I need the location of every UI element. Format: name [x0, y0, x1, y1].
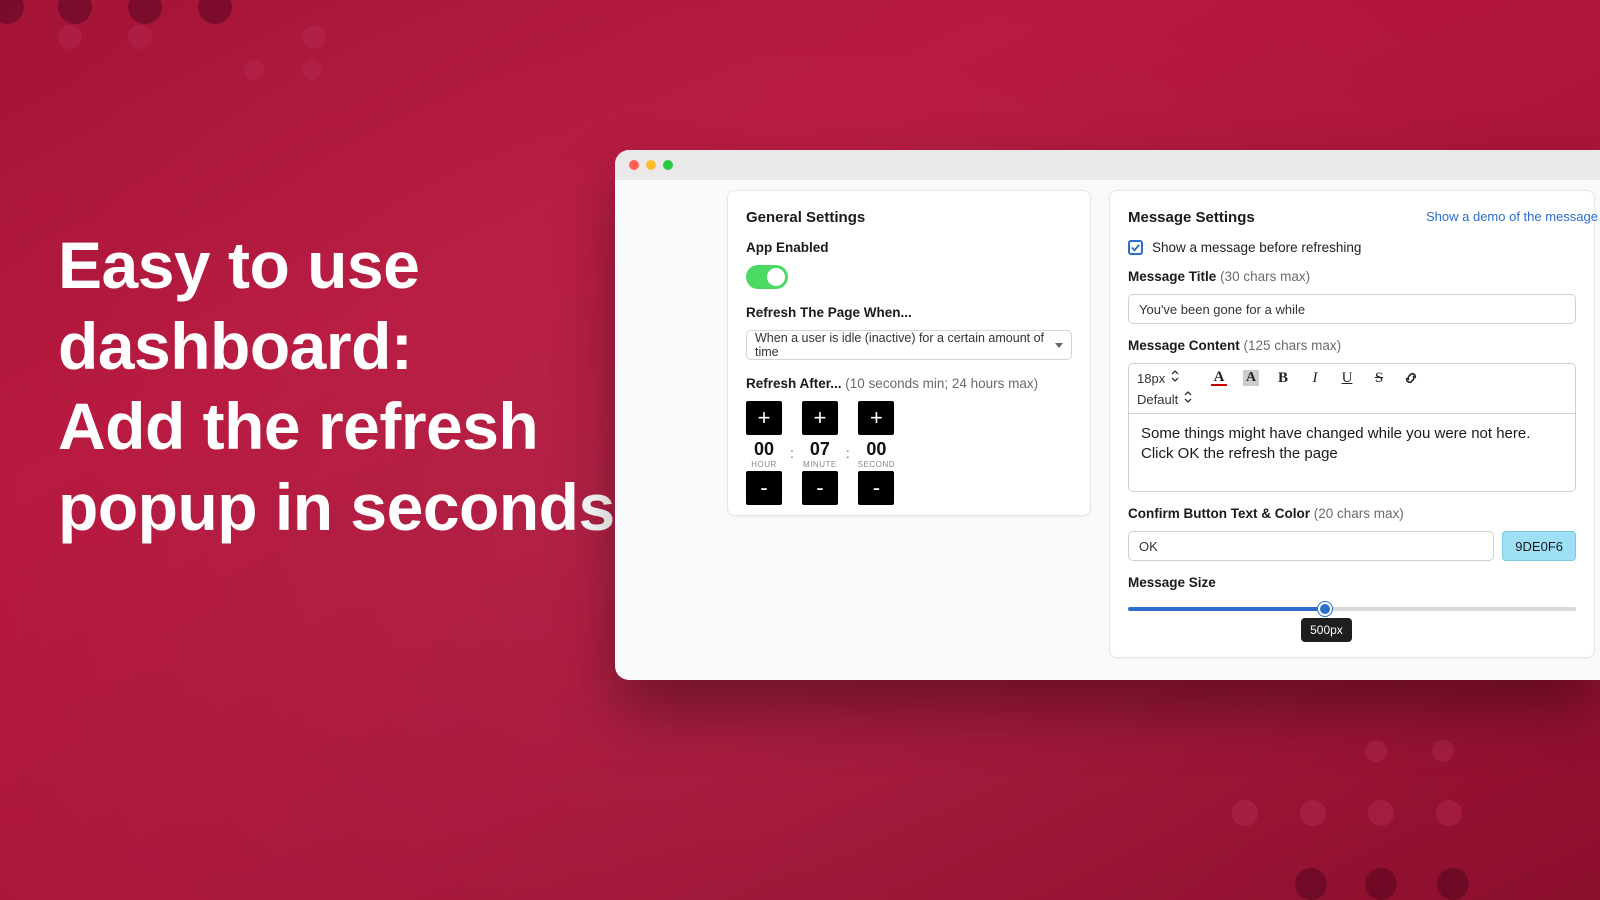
maximize-icon[interactable]	[663, 160, 673, 170]
select-arrows-icon	[1171, 370, 1179, 385]
show-before-refresh-label: Show a message before refreshing	[1152, 240, 1361, 255]
confirm-color-swatch[interactable]: 9DE0F6	[1502, 531, 1576, 561]
second-plus-button[interactable]: +	[858, 401, 894, 435]
hour-value: 00	[754, 439, 774, 460]
minute-plus-button[interactable]: +	[802, 401, 838, 435]
font-size-select[interactable]: 18px	[1137, 371, 1197, 386]
message-size-label: Message Size	[1128, 575, 1576, 590]
message-title-input[interactable]: You've been gone for a while	[1128, 294, 1576, 324]
refresh-when-value: When a user is idle (inactive) for a cer…	[755, 331, 1055, 359]
general-settings-card: General Settings App Enabled Refresh The…	[727, 190, 1091, 516]
slider-tooltip: 500px	[1301, 618, 1352, 642]
window-content: General Settings App Enabled Refresh The…	[615, 180, 1600, 680]
strikethrough-icon[interactable]: S	[1371, 370, 1387, 386]
check-icon	[1130, 242, 1141, 253]
message-content-label: Message Content (125 chars max)	[1128, 338, 1576, 353]
confirm-text-input[interactable]: OK	[1128, 531, 1494, 561]
refresh-after-label: Refresh After... (10 seconds min; 24 hou…	[746, 376, 1072, 391]
select-arrows-icon	[1184, 391, 1192, 406]
second-segment: + 00 SECOND -	[858, 401, 895, 505]
app-enabled-toggle[interactable]	[746, 265, 788, 289]
show-demo-link[interactable]: Show a demo of the message	[1426, 209, 1598, 224]
minute-unit-label: MINUTE	[803, 460, 837, 469]
hour-unit-label: HOUR	[751, 460, 777, 469]
font-family-select[interactable]: Default	[1137, 392, 1567, 407]
message-content-input[interactable]: Some things might have changed while you…	[1129, 413, 1575, 491]
highlight-icon[interactable]: A	[1243, 370, 1259, 386]
confirm-button-label: Confirm Button Text & Color (20 chars ma…	[1128, 506, 1576, 521]
slider-thumb[interactable]	[1318, 602, 1332, 616]
link-icon[interactable]	[1403, 370, 1419, 386]
toggle-knob-icon	[767, 268, 785, 286]
marketing-background: Easy to use dashboard: Add the refresh p…	[0, 0, 1600, 900]
refresh-when-select[interactable]: When a user is idle (inactive) for a cer…	[746, 330, 1072, 360]
app-enabled-label: App Enabled	[746, 240, 1072, 255]
show-before-refresh-checkbox[interactable]	[1128, 240, 1143, 255]
message-size-slider[interactable]: 500px	[1128, 600, 1576, 630]
hour-plus-button[interactable]: +	[746, 401, 782, 435]
rich-text-editor: 18px A A B I U S	[1128, 363, 1576, 492]
time-separator: :	[790, 401, 794, 461]
minimize-icon[interactable]	[646, 160, 656, 170]
second-minus-button[interactable]: -	[858, 471, 894, 505]
minute-value: 07	[810, 439, 830, 460]
slider-fill	[1128, 607, 1325, 611]
marketing-tagline: Easy to use dashboard: Add the refresh p…	[58, 225, 615, 547]
chevron-down-icon	[1055, 343, 1063, 348]
second-unit-label: SECOND	[858, 460, 895, 469]
minute-segment: + 07 MINUTE -	[802, 401, 838, 505]
italic-icon[interactable]: I	[1307, 370, 1323, 386]
message-settings-card: Message Settings Show a demo of the mess…	[1109, 190, 1595, 658]
minute-minus-button[interactable]: -	[802, 471, 838, 505]
close-icon[interactable]	[629, 160, 639, 170]
window-titlebar	[615, 150, 1600, 180]
app-window: General Settings App Enabled Refresh The…	[615, 150, 1600, 680]
time-separator: :	[846, 401, 850, 461]
show-before-refresh-row: Show a message before refreshing	[1128, 240, 1576, 255]
time-stepper-row: + 00 HOUR - : + 07 MINUTE - : +	[746, 401, 1072, 505]
message-title-label: Message Title (30 chars max)	[1128, 269, 1576, 284]
general-settings-heading: General Settings	[746, 209, 1072, 226]
hour-segment: + 00 HOUR -	[746, 401, 782, 505]
refresh-when-label: Refresh The Page When...	[746, 305, 1072, 320]
text-color-icon[interactable]: A	[1211, 370, 1227, 386]
underline-icon[interactable]: U	[1339, 370, 1355, 386]
hour-minus-button[interactable]: -	[746, 471, 782, 505]
bold-icon[interactable]: B	[1275, 370, 1291, 386]
second-value: 00	[866, 439, 886, 460]
editor-toolbar: 18px A A B I U S	[1129, 364, 1575, 413]
